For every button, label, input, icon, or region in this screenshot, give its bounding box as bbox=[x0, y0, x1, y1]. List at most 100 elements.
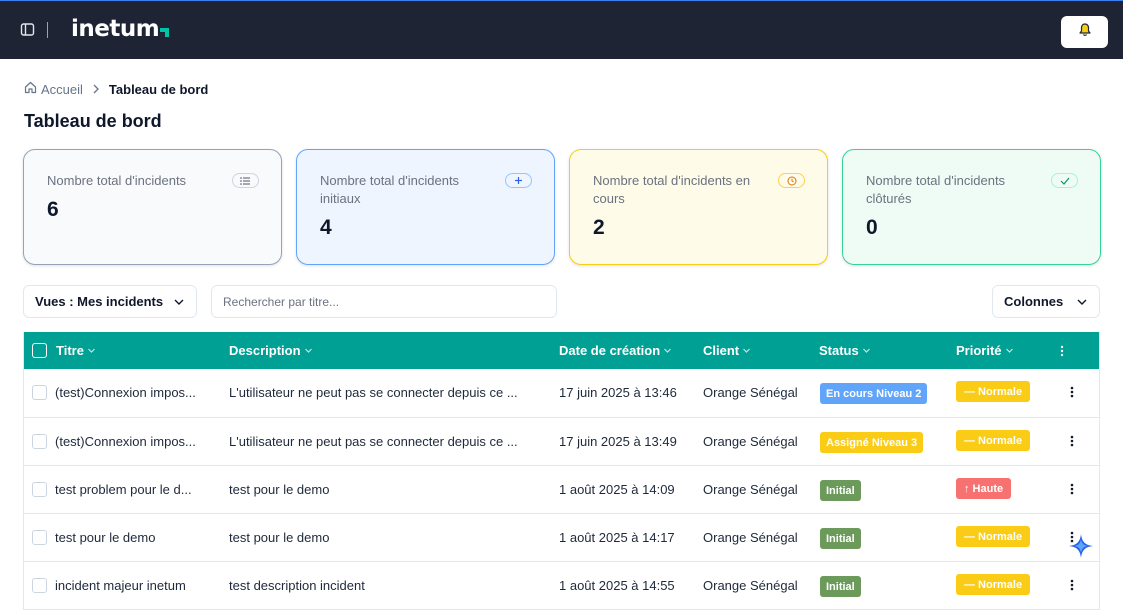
breadcrumb-current: Tableau de bord bbox=[108, 81, 209, 97]
top-bar: inetum bbox=[0, 0, 1123, 59]
status-badge: En cours Niveau 2 bbox=[820, 383, 928, 404]
card-label: Nombre total d'incidents bbox=[47, 173, 187, 188]
status-badge: Assigné Niveau 3 bbox=[820, 432, 924, 453]
logo-mark-icon bbox=[160, 24, 171, 42]
chevron-down-icon bbox=[1076, 296, 1088, 311]
status-badge: Initial bbox=[820, 528, 861, 549]
breadcrumb-home-label: Accueil bbox=[41, 81, 83, 97]
sidebar-toggle-icon[interactable] bbox=[20, 22, 36, 38]
view-select[interactable]: Vues : Mes incidents bbox=[23, 285, 197, 318]
priority-badge: — Normale bbox=[956, 574, 1031, 595]
row-client: Orange Sénégal bbox=[703, 530, 798, 545]
row-actions-icon[interactable] bbox=[1066, 384, 1078, 400]
row-checkbox[interactable] bbox=[32, 385, 47, 400]
row-description: L'utilisateur ne peut pas se connecter d… bbox=[229, 385, 518, 400]
row-client: Orange Sénégal bbox=[703, 482, 798, 497]
chevron-down-icon bbox=[862, 343, 871, 358]
breadcrumb: Accueil Tableau de bord bbox=[24, 80, 208, 98]
row-actions-icon[interactable] bbox=[1066, 433, 1078, 449]
row-client: Orange Sénégal bbox=[703, 385, 798, 400]
column-header-date[interactable]: Date de création bbox=[559, 343, 672, 358]
chevron-down-icon bbox=[663, 343, 672, 358]
select-all-checkbox[interactable] bbox=[32, 343, 47, 358]
table-row[interactable]: (test)Connexion impos... L'utilisateur ne… bbox=[24, 417, 1099, 465]
list-icon bbox=[232, 173, 259, 188]
row-description: test pour le demo bbox=[229, 530, 330, 545]
status-badge: Initial bbox=[820, 576, 861, 597]
row-checkbox[interactable] bbox=[32, 578, 47, 593]
table-row[interactable]: (test)Connexion impos... L'utilisateur ne… bbox=[24, 369, 1099, 417]
column-header-title[interactable]: Titre bbox=[56, 343, 96, 358]
clock-icon bbox=[778, 173, 805, 188]
column-header-label: Date de création bbox=[559, 343, 661, 358]
chevron-down-icon bbox=[742, 343, 751, 358]
column-header-description[interactable]: Description bbox=[229, 343, 313, 358]
column-header-client[interactable]: Client bbox=[703, 343, 751, 358]
logo-text: inetum bbox=[71, 16, 160, 42]
table-header: Titre Description Date de création Clien… bbox=[24, 332, 1099, 369]
priority-badge: — Normale bbox=[956, 430, 1031, 451]
plus-icon bbox=[505, 173, 532, 188]
row-actions-icon[interactable] bbox=[1066, 577, 1078, 593]
card-label: Nombre total d'incidents initiaux bbox=[320, 173, 460, 206]
row-title[interactable]: test problem pour le d... bbox=[55, 482, 192, 497]
card-value: 0 bbox=[866, 216, 878, 239]
chevron-down-icon bbox=[87, 343, 96, 358]
column-header-label: Status bbox=[819, 343, 859, 358]
search-input[interactable] bbox=[211, 285, 557, 318]
table-row[interactable]: incident majeur inetum test description i… bbox=[24, 561, 1099, 609]
chevron-down-icon bbox=[304, 343, 313, 358]
view-select-label: Vues : Mes incidents bbox=[35, 294, 164, 309]
row-title[interactable]: (test)Connexion impos... bbox=[55, 385, 196, 400]
card-ongoing-incidents: Nombre total d'incidents en cours 2 bbox=[569, 149, 828, 265]
chevron-right-icon bbox=[92, 84, 100, 94]
card-value: 4 bbox=[320, 216, 332, 239]
priority-badge: — Normale bbox=[956, 381, 1031, 402]
row-client: Orange Sénégal bbox=[703, 434, 798, 449]
row-description: L'utilisateur ne peut pas se connecter d… bbox=[229, 434, 518, 449]
row-description: test description incident bbox=[229, 578, 365, 593]
page-title: Tableau de bord bbox=[24, 111, 162, 131]
priority-badge: — Normale bbox=[956, 526, 1031, 547]
row-client: Orange Sénégal bbox=[703, 578, 798, 593]
columns-button-label: Colonnes bbox=[1004, 294, 1064, 309]
card-value: 6 bbox=[47, 198, 59, 221]
chevron-down-icon bbox=[173, 296, 185, 311]
table-options-icon[interactable] bbox=[1056, 343, 1068, 359]
incidents-table: Titre Description Date de création Clien… bbox=[23, 332, 1100, 610]
home-icon bbox=[24, 81, 41, 97]
breadcrumb-home[interactable]: Accueil bbox=[24, 81, 83, 97]
row-title[interactable]: incident majeur inetum bbox=[55, 578, 186, 593]
card-total-incidents: Nombre total d'incidents 6 bbox=[23, 149, 282, 265]
row-date: 1 août 2025 à 14:55 bbox=[559, 578, 675, 593]
chevron-down-icon bbox=[1005, 343, 1014, 358]
row-checkbox[interactable] bbox=[32, 434, 47, 449]
status-badge: Initial bbox=[820, 480, 861, 501]
priority-badge: ↑ Haute bbox=[956, 478, 1012, 499]
column-header-priority[interactable]: Priorité bbox=[956, 343, 1014, 358]
row-checkbox[interactable] bbox=[32, 482, 47, 497]
check-icon bbox=[1051, 173, 1078, 188]
column-header-status[interactable]: Status bbox=[819, 343, 871, 358]
notifications-button[interactable] bbox=[1061, 16, 1108, 48]
row-date: 1 août 2025 à 14:17 bbox=[559, 530, 675, 545]
row-date: 17 juin 2025 à 13:46 bbox=[559, 385, 677, 400]
card-initial-incidents: Nombre total d'incidents initiaux 4 bbox=[296, 149, 555, 265]
row-title[interactable]: (test)Connexion impos... bbox=[55, 434, 196, 449]
table-row[interactable]: test problem pour le d... test pour le de… bbox=[24, 465, 1099, 513]
row-date: 1 août 2025 à 14:09 bbox=[559, 482, 675, 497]
card-value: 2 bbox=[593, 216, 605, 239]
row-checkbox[interactable] bbox=[32, 530, 47, 545]
row-title[interactable]: test pour le demo bbox=[55, 530, 155, 545]
sparkle-icon[interactable] bbox=[1068, 533, 1094, 559]
card-label: Nombre total d'incidents clôturés bbox=[866, 173, 1006, 206]
inetum-logo[interactable]: inetum bbox=[71, 13, 171, 45]
row-actions-icon[interactable] bbox=[1066, 481, 1078, 497]
card-closed-incidents: Nombre total d'incidents clôturés 0 bbox=[842, 149, 1101, 265]
table-row[interactable]: test pour le demo test pour le demo 1 août… bbox=[24, 513, 1099, 561]
column-header-label: Description bbox=[229, 343, 301, 358]
column-header-label: Client bbox=[703, 343, 740, 358]
columns-button[interactable]: Colonnes bbox=[992, 285, 1100, 318]
column-header-label: Priorité bbox=[956, 343, 1002, 358]
row-description: test pour le demo bbox=[229, 482, 330, 497]
